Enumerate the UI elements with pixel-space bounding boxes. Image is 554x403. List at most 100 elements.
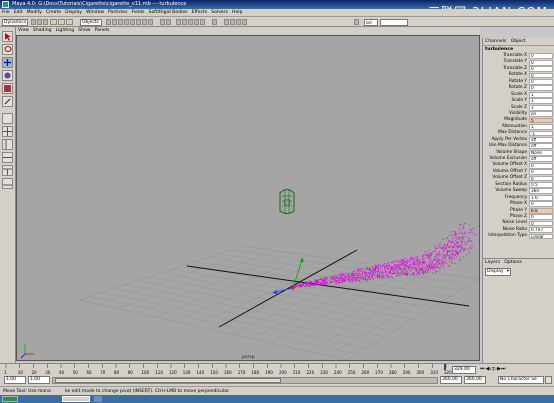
taskbar-app-button[interactable] — [62, 396, 90, 402]
lasso-tool-icon[interactable] — [2, 44, 13, 55]
panel-menu-view[interactable]: View — [16, 27, 31, 35]
layer-menu-options[interactable]: Options — [504, 260, 522, 265]
attribute-value-field[interactable]: Linear — [529, 233, 553, 240]
range-slider-bar[interactable] — [52, 377, 438, 384]
animation-start-field[interactable]: 1.00 — [4, 376, 26, 384]
four-pane-layout-icon[interactable] — [2, 126, 13, 137]
select-by-surface-icon[interactable] — [124, 19, 129, 25]
selection-mask-dropdown[interactable]: Objects — [80, 18, 102, 26]
attribute-value-field[interactable]: off — [529, 136, 553, 143]
attribute-value-field[interactable]: 0 — [529, 72, 553, 79]
snap-view-plane-icon[interactable] — [194, 19, 199, 25]
rotate-tool-icon[interactable] — [2, 70, 13, 81]
attribute-value-field[interactable]: 1 — [529, 104, 553, 111]
start-button[interactable] — [2, 396, 18, 402]
panel-menu-lighting[interactable]: Lighting — [54, 27, 77, 35]
attribute-value-field[interactable]: 0 — [529, 79, 553, 85]
menu-mode-dropdown[interactable]: Dynamics — [2, 18, 28, 26]
panel-menu-shading[interactable]: Shading — [31, 27, 54, 35]
menu-window[interactable]: Window — [84, 9, 106, 17]
panel-menu-show[interactable]: Show — [76, 27, 92, 35]
menu-fields[interactable]: Fields — [130, 9, 147, 17]
move-tool-icon[interactable] — [2, 57, 13, 68]
snap-point-icon[interactable] — [188, 19, 193, 25]
current-frame-field[interactable]: 329.00 — [452, 366, 476, 374]
attribute-value-field[interactable]: 0 — [529, 214, 553, 221]
attribute-value-field[interactable]: 8.8 — [529, 207, 553, 214]
attribute-value-field[interactable]: 1 — [529, 91, 553, 98]
menu-display[interactable]: Display — [63, 9, 84, 17]
object-mode-icon[interactable] — [58, 19, 65, 25]
attribute-value-field[interactable]: 0 — [529, 201, 553, 208]
attribute-value-field[interactable]: 0 — [529, 66, 553, 72]
hypershade-layout-icon[interactable] — [2, 165, 13, 176]
select-by-joint-icon[interactable] — [112, 19, 117, 25]
attribute-value-field[interactable]: off — [529, 156, 553, 163]
attribute-value-field[interactable]: 0 — [529, 175, 553, 182]
channel-box-attribute-row[interactable]: Interpolation Type Linear — [483, 233, 554, 240]
select-by-handle-icon[interactable] — [106, 19, 111, 25]
select-by-rendering-icon[interactable] — [142, 19, 147, 25]
open-scene-icon[interactable] — [37, 19, 42, 25]
turbulence-field-icon[interactable] — [279, 189, 295, 215]
snap-grid-icon[interactable] — [176, 19, 181, 25]
attribute-value-field[interactable]: 0 — [529, 59, 553, 66]
attribute-value-field[interactable]: 1.6 — [529, 194, 553, 201]
auto-key-icon[interactable] — [545, 376, 552, 384]
attribute-value-field[interactable]: 5 — [529, 117, 553, 124]
scale-tool-icon[interactable] — [2, 83, 13, 94]
menu-soft-rigid-bodies[interactable]: Soft/Rigid Bodies — [147, 9, 190, 17]
menu-modify[interactable]: Modify — [25, 9, 44, 17]
menu-solvers[interactable]: Solvers — [209, 9, 230, 17]
make-live-icon[interactable] — [200, 19, 205, 25]
menu-edit[interactable]: Edit — [12, 9, 25, 17]
select-by-dynamics-icon[interactable] — [136, 19, 141, 25]
range-slider-handle[interactable] — [55, 378, 281, 383]
select-by-misc-icon[interactable] — [148, 19, 153, 25]
select-by-curve-icon[interactable] — [118, 19, 123, 25]
animation-end-field[interactable]: 360.00 — [464, 376, 486, 384]
attribute-value-field[interactable]: 1 — [529, 124, 553, 130]
layer-menu-layers[interactable]: Layers — [485, 260, 500, 265]
render-view-icon[interactable] — [224, 19, 229, 25]
lock-selection-icon[interactable] — [160, 19, 165, 25]
component-mode-icon[interactable] — [66, 19, 73, 25]
playback-end-field[interactable]: 360.00 — [440, 376, 462, 384]
layer-type-dropdown[interactable]: Display ▾ — [485, 268, 511, 276]
menu-create[interactable]: Create — [44, 9, 63, 17]
input-line-menu-icon[interactable] — [354, 19, 359, 25]
perspective-viewport[interactable]: persp — [16, 35, 480, 361]
channel-box-menu-channels[interactable]: Channels — [485, 39, 506, 44]
playback-start-field[interactable]: 1.00 — [28, 376, 50, 384]
attribute-value-field[interactable]: off — [529, 143, 553, 150]
persp-graph-layout-icon[interactable] — [2, 178, 13, 189]
attribute-value-field[interactable]: 1 — [529, 98, 553, 105]
time-slider[interactable]: 1 10 20 30 40 50 60 70 80 90 100 110 120 130 140 150 160… — [0, 363, 554, 375]
current-time-marker[interactable] — [444, 364, 446, 370]
save-scene-icon[interactable] — [43, 19, 48, 25]
go-to-end-icon[interactable]: ⏭ — [501, 366, 506, 372]
attribute-value-field[interactable]: 0 — [529, 220, 553, 227]
render-globals-icon[interactable] — [242, 19, 247, 25]
attribute-value-field[interactable]: 0 — [529, 162, 553, 169]
manipulator-tool-icon[interactable] — [2, 96, 13, 107]
hierarchy-mode-icon[interactable] — [50, 19, 57, 25]
attribute-value-field[interactable]: 0 — [529, 85, 553, 92]
taskbar-quicklaunch-icon[interactable] — [94, 396, 102, 402]
attribute-value-field[interactable]: 0 — [529, 169, 553, 175]
snap-curve-icon[interactable] — [182, 19, 187, 25]
menu-effects[interactable]: Effects — [190, 9, 210, 17]
select-by-deformation-icon[interactable] — [130, 19, 135, 25]
attribute-value-field[interactable]: 0.707 — [529, 227, 553, 233]
render-icon[interactable] — [230, 19, 235, 25]
menu-particles[interactable]: Particles — [106, 9, 129, 17]
graph-persp-layout-icon[interactable] — [2, 152, 13, 163]
channel-box-menu-object[interactable]: Object — [511, 39, 526, 44]
attribute-value-field[interactable]: 0 — [529, 53, 553, 60]
single-pane-layout-icon[interactable] — [2, 113, 13, 124]
quick-selection-input[interactable] — [380, 18, 408, 26]
select-tool-icon[interactable] — [2, 31, 13, 42]
attribute-value-field[interactable]: 0.5 — [529, 182, 553, 188]
outliner-persp-layout-icon[interactable] — [2, 139, 13, 150]
attribute-value-field[interactable]: 360 — [529, 188, 553, 195]
